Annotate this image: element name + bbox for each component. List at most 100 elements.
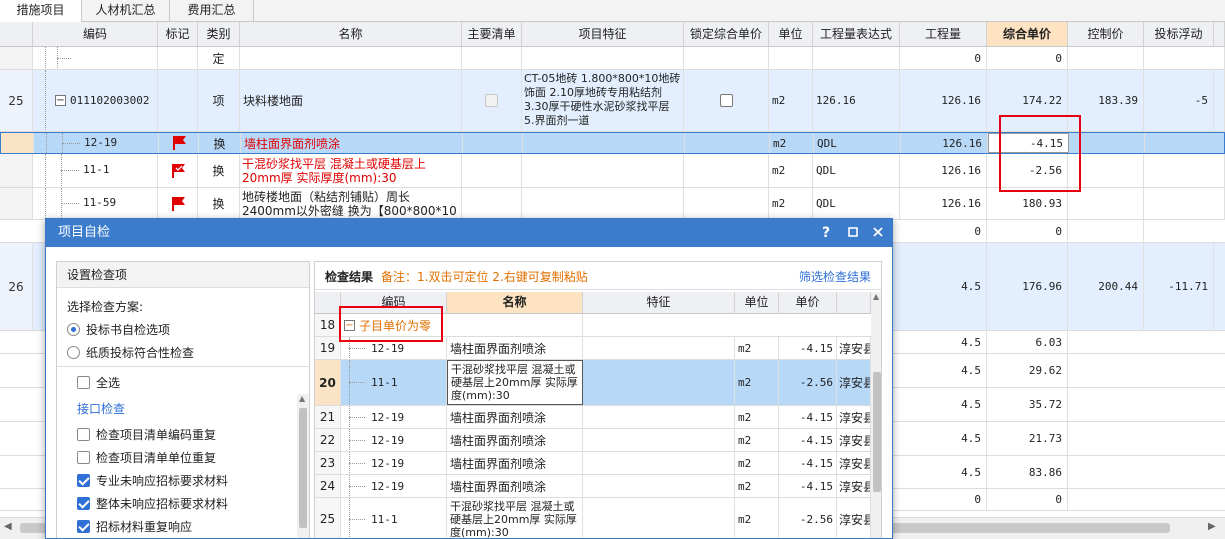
row-code: 011102003002 xyxy=(70,94,150,107)
header-unit[interactable]: 单位 xyxy=(769,22,813,47)
result-row[interactable]: 22 12-19 墙柱面界面剂喷涂 m2 -4.15 淳安县 xyxy=(315,429,871,452)
red-flag-icon[interactable] xyxy=(171,136,187,150)
header-feature[interactable]: 项目特征 xyxy=(522,22,684,47)
row-type: 换 xyxy=(198,154,240,187)
result-header-name[interactable]: 名称 xyxy=(447,292,583,314)
row-unit: m2 xyxy=(769,70,813,131)
header-mark[interactable]: 标记 xyxy=(158,22,198,47)
scroll-up-icon[interactable]: ▲ xyxy=(299,394,305,403)
results-note: 备注：1.双击可定位 2.右键可复制粘贴 xyxy=(381,270,588,284)
row-name: 块料楼地面 xyxy=(240,70,462,131)
interface-check-link[interactable]: 接口检查 xyxy=(77,400,125,417)
header-unit-price[interactable]: 综合单价 xyxy=(987,22,1068,47)
results-title: 检查结果 xyxy=(325,270,374,284)
header-more xyxy=(1214,22,1225,47)
scroll-right-icon[interactable]: ▶ xyxy=(1208,521,1216,532)
row-qty: 4.5 xyxy=(900,331,987,353)
lock-price-checkbox[interactable] xyxy=(719,94,733,107)
check-item[interactable]: 专业未响应招标要求材料 xyxy=(77,472,228,489)
close-icon[interactable] xyxy=(868,223,888,243)
row-qty: 0 xyxy=(900,489,987,510)
top-tab-bar: 措施项目 人材机汇总 费用汇总 xyxy=(0,0,1225,23)
result-header-price[interactable]: 单价 xyxy=(779,292,837,314)
tab-labor-material-summary[interactable]: 人材机汇总 xyxy=(82,0,170,22)
filter-results-link[interactable]: 筛选检查结果 xyxy=(799,268,871,285)
check-item[interactable]: 整体未响应招标要求材料 xyxy=(77,495,228,512)
check-item[interactable]: 检查项目清单单位重复 xyxy=(77,449,216,466)
row-unit-price: 0 xyxy=(987,220,1068,242)
row-qty: 126.16 xyxy=(900,188,987,219)
header-main-list[interactable]: 主要清单 xyxy=(462,22,522,47)
check-settings-pane: 设置检查项 选择检查方案: 投标书自检选项 纸质投标符合性检查 全选 接口检查 … xyxy=(56,261,310,538)
header-qty[interactable]: 工程量 xyxy=(900,22,987,47)
result-row[interactable]: 21 12-19 墙柱面界面剂喷涂 m2 -4.15 淳安县 xyxy=(315,406,871,429)
scheme-label: 选择检查方案: xyxy=(67,300,144,314)
collapse-icon[interactable]: − xyxy=(55,95,66,106)
header-code[interactable]: 编码 xyxy=(33,22,158,47)
result-row[interactable]: 25 11-1 干混砂浆找平层 混凝土或硬基层上20mm厚 实际厚度(mm):3… xyxy=(315,498,871,538)
row-unit-price: 0 xyxy=(987,47,1068,69)
check-item[interactable]: 招标材料重复响应 xyxy=(77,518,192,535)
row-code: 12-19 xyxy=(84,136,118,149)
tab-measures[interactable]: 措施项目 xyxy=(0,0,82,23)
maximize-icon[interactable] xyxy=(843,223,863,243)
row-name: 墙柱面界面剂喷涂 xyxy=(241,133,463,153)
row-unit-price: 6.03 xyxy=(987,331,1068,353)
result-row[interactable]: 23 12-19 墙柱面界面剂喷涂 m2 -4.15 淳安县 xyxy=(315,452,871,475)
row-qty: 4.5 xyxy=(900,354,987,387)
row-qty: 126.16 xyxy=(900,154,987,187)
red-flag-icon[interactable] xyxy=(170,196,186,211)
row-unit: m2 xyxy=(770,133,814,153)
row-unit: m2 xyxy=(769,188,813,219)
row-qty-expr: QDL xyxy=(813,188,900,219)
help-icon[interactable]: ? xyxy=(816,223,836,243)
check-item[interactable]: 检查项目清单编码重复 xyxy=(77,426,216,443)
settings-header: 设置检查项 xyxy=(57,262,309,288)
left-scroll-thumb[interactable] xyxy=(299,408,307,528)
radio-icon[interactable] xyxy=(67,346,80,359)
row-number: 26 xyxy=(0,243,33,330)
result-header-unit[interactable]: 单位 xyxy=(735,292,779,314)
scroll-left-icon[interactable]: ◀ xyxy=(4,521,12,532)
radio-bid-self-check[interactable]: 投标书自检选项 xyxy=(67,321,170,338)
dialog-title[interactable]: 项目自检 xyxy=(46,219,892,247)
row-type: 换 xyxy=(199,133,241,153)
header-bid-float[interactable]: 投标浮动 xyxy=(1144,22,1214,47)
red-flag-check-icon[interactable] xyxy=(170,163,186,178)
result-row-selected[interactable]: 20 11-1 干混砂浆找平层 混凝土或硬基层上20mm厚 实际厚度(mm):3… xyxy=(315,360,871,406)
self-check-dialog: 项目自检 ? 设置检查项 选择检查方案: 投标书自检选项 纸质投标符合性检查 全… xyxy=(45,218,893,539)
row-unit-price: 83.86 xyxy=(987,456,1068,488)
radio-selected-icon[interactable] xyxy=(67,323,80,336)
row-bid-float: -11.71 xyxy=(1144,243,1214,330)
row-feature: CT-05地砖 1.800*800*10地砖饰面 2.10厚地砖专用粘结剂 3.… xyxy=(522,70,684,131)
results-scroll-thumb[interactable] xyxy=(873,372,881,492)
row-qty-expr: QDL xyxy=(813,154,900,187)
table-row[interactable]: 定 0 0 xyxy=(0,47,1225,70)
left-pane-scrollbar[interactable]: ▲ xyxy=(297,394,309,538)
result-header-feature[interactable]: 特征 xyxy=(583,292,735,314)
row-qty: 4.5 xyxy=(900,456,987,488)
radio-paper-conformity[interactable]: 纸质投标符合性检查 xyxy=(67,344,194,361)
scroll-up-icon[interactable]: ▲ xyxy=(873,292,879,301)
header-type[interactable]: 类别 xyxy=(198,22,240,47)
main-list-checkbox[interactable] xyxy=(485,94,498,107)
header-lock-price[interactable]: 锁定综合单价 xyxy=(684,22,769,47)
row-qty: 4.5 xyxy=(900,388,987,421)
table-row[interactable]: 11-59 换 地砖楼地面（粘结剂铺贴）周长2400mm以外密缝 换为【800*… xyxy=(0,188,1225,220)
header-name[interactable]: 名称 xyxy=(240,22,462,47)
row-qty: 126.16 xyxy=(901,133,988,153)
results-scrollbar[interactable]: ▲ xyxy=(871,292,881,538)
select-all-checkbox[interactable]: 全选 xyxy=(77,374,120,391)
header-qty-expr[interactable]: 工程量表达式 xyxy=(813,22,900,47)
results-header: 检查结果 备注：1.双击可定位 2.右键可复制粘贴 筛选检查结果 xyxy=(315,262,881,290)
header-control-price[interactable]: 控制价 xyxy=(1068,22,1144,47)
row-qty: 4.5 xyxy=(900,422,987,455)
row-code: 11-1 xyxy=(83,163,110,176)
row-unit-price: 29.62 xyxy=(987,354,1068,387)
row-qty: 126.16 xyxy=(900,70,987,131)
row-name: 干混砂浆找平层 混凝土或硬基层上20mm厚 实际厚度(mm):30 xyxy=(240,154,462,187)
row-qty: 0 xyxy=(900,220,987,242)
result-row[interactable]: 24 12-19 墙柱面界面剂喷涂 m2 -4.15 淳安县 xyxy=(315,475,871,498)
row-type: 项 xyxy=(198,70,240,131)
tab-cost-summary[interactable]: 费用汇总 xyxy=(170,0,254,22)
